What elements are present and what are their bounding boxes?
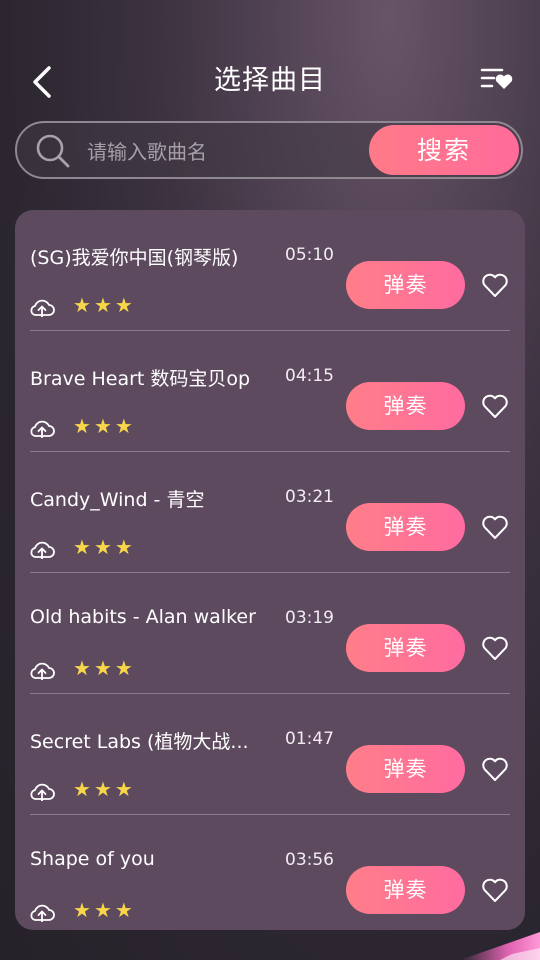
- difficulty-rating: ★ ★ ★: [73, 535, 136, 559]
- play-button[interactable]: 弹奏: [346, 745, 465, 793]
- star-icon: ★: [114, 535, 133, 559]
- song-row[interactable]: Candy_Wind - 青空 03:21 ★ ★ ★ 弹奏: [15, 452, 525, 573]
- star-icon: ★: [73, 656, 91, 680]
- star-icon: ★: [114, 414, 133, 438]
- heart-icon[interactable]: [481, 876, 509, 904]
- star-icon: ★: [73, 414, 91, 438]
- page-title: 选择曲目: [214, 65, 326, 96]
- song-duration: 04:15: [285, 366, 334, 386]
- song-duration: 03:19: [285, 608, 334, 628]
- heart-icon[interactable]: [481, 392, 509, 420]
- play-button[interactable]: 弹奏: [346, 624, 465, 672]
- song-name: (SG)我爱你中国(钢琴版): [30, 247, 239, 269]
- play-button[interactable]: 弹奏: [346, 382, 465, 430]
- cloud-upload-icon: [30, 420, 55, 438]
- star-icon: ★: [73, 293, 91, 317]
- heart-icon[interactable]: [481, 634, 509, 662]
- cloud-upload-icon: [30, 299, 55, 317]
- song-list: (SG)我爱你中国(钢琴版) 05:10 ★ ★ ★ 弹奏 Brave Heart …: [15, 210, 525, 930]
- cloud-upload-icon: [30, 783, 55, 801]
- search-button[interactable]: 搜索: [369, 125, 519, 175]
- song-duration: 05:10: [285, 245, 334, 265]
- star-icon: ★: [93, 777, 112, 801]
- difficulty-rating: ★ ★ ★: [73, 777, 136, 801]
- favorite-list-icon[interactable]: [480, 62, 514, 96]
- star-icon: ★: [93, 898, 112, 922]
- cloud-upload-icon: [30, 904, 55, 922]
- cloud-upload-icon: [30, 541, 55, 559]
- cloud-upload-icon: [30, 662, 55, 680]
- song-duration: 03:56: [285, 850, 334, 870]
- heart-icon[interactable]: [481, 755, 509, 783]
- star-icon: ★: [114, 898, 133, 922]
- header: 选择曲目: [0, 0, 540, 120]
- difficulty-rating: ★ ★ ★: [73, 293, 136, 317]
- play-button[interactable]: 弹奏: [346, 261, 465, 309]
- star-icon: ★: [93, 535, 112, 559]
- difficulty-rating: ★ ★ ★: [73, 656, 136, 680]
- corner-decoration: [460, 932, 540, 960]
- difficulty-rating: ★ ★ ★: [73, 414, 136, 438]
- search-bar: 搜索: [15, 121, 523, 179]
- song-name: Shape of you: [30, 848, 155, 870]
- star-icon: ★: [73, 535, 91, 559]
- song-row[interactable]: Secret Labs (植物大战... 01:47 ★ ★ ★ 弹奏: [15, 694, 525, 815]
- heart-icon[interactable]: [481, 513, 509, 541]
- star-icon: ★: [73, 777, 91, 801]
- star-icon: ★: [73, 898, 91, 922]
- star-icon: ★: [93, 414, 112, 438]
- song-name: Brave Heart 数码宝贝op: [30, 368, 251, 390]
- song-name: Candy_Wind - 青空: [30, 489, 205, 511]
- star-icon: ★: [93, 293, 112, 317]
- search-input[interactable]: [85, 133, 369, 171]
- song-duration: 03:21: [285, 487, 334, 507]
- star-icon: ★: [114, 656, 133, 680]
- play-button[interactable]: 弹奏: [346, 503, 465, 551]
- difficulty-rating: ★ ★ ★: [73, 898, 136, 922]
- heart-icon[interactable]: [481, 271, 509, 299]
- song-name: Secret Labs (植物大战...: [30, 731, 249, 753]
- song-duration: 01:47: [285, 729, 334, 749]
- song-name: Old habits - Alan walker: [30, 606, 256, 628]
- star-icon: ★: [93, 656, 112, 680]
- star-icon: ★: [114, 293, 133, 317]
- song-row[interactable]: Old habits - Alan walker 03:19 ★ ★ ★ 弹奏: [15, 573, 525, 694]
- song-row[interactable]: (SG)我爱你中国(钢琴版) 05:10 ★ ★ ★ 弹奏: [15, 210, 525, 331]
- song-row[interactable]: Brave Heart 数码宝贝op 04:15 ★ ★ ★ 弹奏: [15, 331, 525, 452]
- play-button[interactable]: 弹奏: [346, 866, 465, 914]
- search-icon: [36, 134, 70, 168]
- star-icon: ★: [114, 777, 133, 801]
